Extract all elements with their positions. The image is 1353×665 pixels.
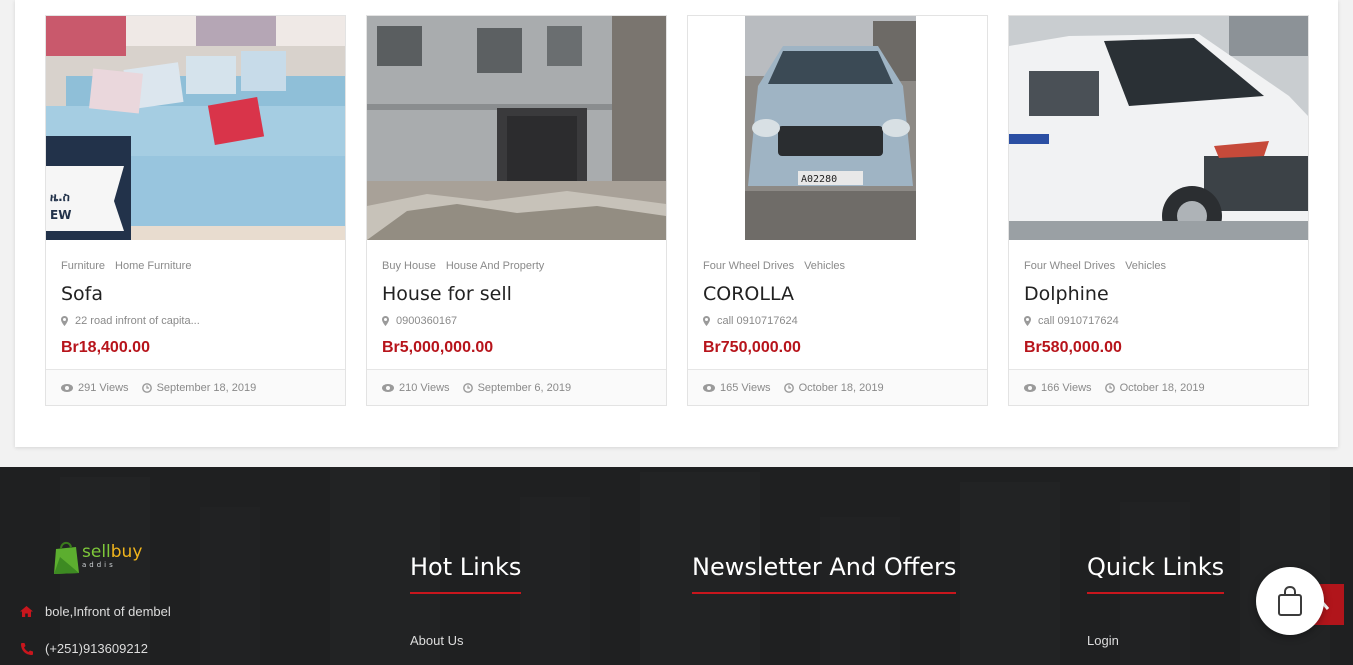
listing-image[interactable]: ዜ.ስ EW xyxy=(46,16,345,240)
listing-card-house[interactable]: Buy House House And Property House for se… xyxy=(366,15,667,406)
listing-card-corolla[interactable]: A02280 Four Wheel Drives Vehicles COROLLA… xyxy=(687,15,988,406)
listing-location: 22 road infront of capita... xyxy=(61,315,200,327)
listing-date: October 18, 2019 xyxy=(1119,381,1205,394)
listing-title[interactable]: COROLLA xyxy=(703,283,794,305)
logo-tagline: addis xyxy=(82,560,116,569)
svg-text:ዜ.ስ: ዜ.ስ xyxy=(50,190,70,204)
listing-location-text: call 0910717624 xyxy=(717,315,798,327)
listing-date: October 18, 2019 xyxy=(798,381,884,394)
listing-location: 0900360167 xyxy=(382,315,457,327)
listing-categories: Furniture Home Furniture xyxy=(61,260,201,272)
listing-date: September 18, 2019 xyxy=(156,381,257,394)
quick-links-title: Quick Links xyxy=(1087,553,1225,594)
map-marker-icon xyxy=(61,316,68,326)
site-footer: sellbuy addis bole,Infront of dembel (+2… xyxy=(0,467,1353,665)
listing-location: call 0910717624 xyxy=(703,315,798,327)
eye-icon xyxy=(703,383,715,392)
phone-icon xyxy=(21,642,33,655)
clock-icon xyxy=(783,382,794,393)
listing-categories: Buy House House And Property xyxy=(382,260,554,272)
listing-price: Br18,400.00 xyxy=(61,339,150,356)
shopping-bag-logo-icon xyxy=(54,541,79,574)
footer-address-text: bole,Infront of dembel xyxy=(45,604,171,619)
listing-views: 291 Views xyxy=(78,381,129,394)
listing-price: Br750,000.00 xyxy=(703,339,801,356)
footer-link-about-us[interactable]: About Us xyxy=(410,633,463,648)
listing-views: 166 Views xyxy=(1041,381,1092,394)
listing-title[interactable]: Dolphine xyxy=(1024,283,1109,305)
category-link[interactable]: Vehicles xyxy=(1125,260,1166,272)
listing-meta: 291 Views September 18, 2019 xyxy=(46,369,345,405)
listing-date: September 6, 2019 xyxy=(477,381,572,394)
category-link[interactable]: Home Furniture xyxy=(115,260,191,272)
category-link[interactable]: House And Property xyxy=(446,260,544,272)
listing-meta: 166 Views October 18, 2019 xyxy=(1009,369,1308,405)
cart-button[interactable] xyxy=(1256,567,1324,635)
footer-address: bole,Infront of dembel xyxy=(20,604,171,619)
clock-icon xyxy=(462,382,473,393)
shopping-bag-icon xyxy=(1278,586,1302,616)
listing-card-dolphine[interactable]: Four Wheel Drives Vehicles Dolphine call … xyxy=(1008,15,1309,406)
listing-card-sofa[interactable]: ዜ.ስ EW Furniture Home Furniture Sofa 22 r… xyxy=(45,15,346,406)
svg-text:EW: EW xyxy=(50,208,71,222)
listing-price: Br580,000.00 xyxy=(1024,339,1122,356)
eye-icon xyxy=(61,383,73,392)
footer-phone-text: (+251)913609212 xyxy=(45,641,149,656)
eye-icon xyxy=(1024,383,1036,392)
listing-location-text: call 0910717624 xyxy=(1038,315,1119,327)
category-link[interactable]: Furniture xyxy=(61,260,105,272)
listing-categories: Four Wheel Drives Vehicles xyxy=(1024,260,1176,272)
newsletter-title: Newsletter And Offers xyxy=(692,553,957,594)
footer-logo[interactable]: sellbuy addis xyxy=(52,537,142,575)
category-link[interactable]: Four Wheel Drives xyxy=(1024,260,1115,272)
listing-image[interactable] xyxy=(1009,16,1308,240)
listing-price: Br5,000,000.00 xyxy=(382,339,494,356)
map-marker-icon xyxy=(382,316,389,326)
listing-location-text: 0900360167 xyxy=(396,315,458,327)
listing-image[interactable]: A02280 xyxy=(688,16,987,240)
listing-meta: 165 Views October 18, 2019 xyxy=(688,369,987,405)
listing-title[interactable]: House for sell xyxy=(382,283,512,305)
listing-location: call 0910717624 xyxy=(1024,315,1119,327)
listing-image[interactable] xyxy=(367,16,666,240)
listing-panel: ዜ.ስ EW Furniture Home Furniture Sofa 22 r… xyxy=(15,0,1338,447)
home-icon xyxy=(20,606,33,617)
category-link[interactable]: Buy House xyxy=(382,260,436,272)
listing-title[interactable]: Sofa xyxy=(61,283,103,305)
eye-icon xyxy=(382,383,394,392)
footer-link-login[interactable]: Login xyxy=(1087,633,1119,648)
listing-categories: Four Wheel Drives Vehicles xyxy=(703,260,855,272)
map-marker-icon xyxy=(703,316,710,326)
svg-text:A02280: A02280 xyxy=(801,174,837,185)
listing-views: 165 Views xyxy=(720,381,771,394)
footer-phone: (+251)913609212 xyxy=(20,641,148,656)
category-link[interactable]: Vehicles xyxy=(804,260,845,272)
listing-meta: 210 Views September 6, 2019 xyxy=(367,369,666,405)
listing-views: 210 Views xyxy=(399,381,450,394)
logo-wordmark: sellbuy addis xyxy=(82,541,143,569)
map-marker-icon xyxy=(1024,316,1031,326)
clock-icon xyxy=(1104,382,1115,393)
listing-location-text: 22 road infront of capita... xyxy=(75,315,200,327)
hot-links-title: Hot Links xyxy=(410,553,522,594)
clock-icon xyxy=(141,382,152,393)
category-link[interactable]: Four Wheel Drives xyxy=(703,260,794,272)
